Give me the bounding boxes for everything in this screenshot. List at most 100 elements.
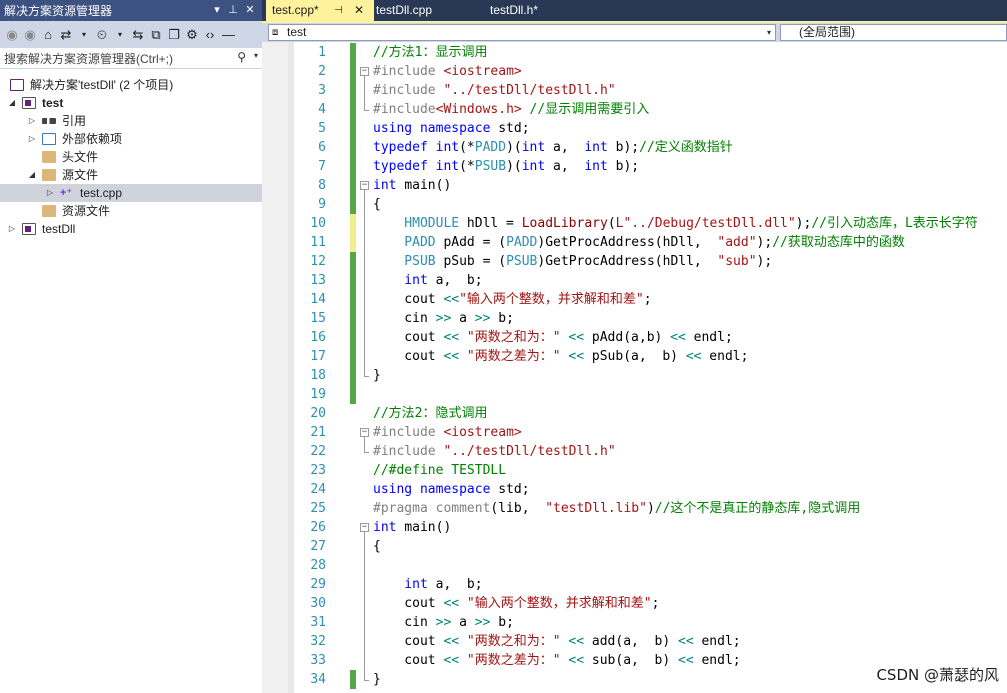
code-token: PADD — [373, 235, 444, 250]
code-token: (* — [459, 159, 475, 174]
code-line[interactable]: #include<Windows.h> //显示调用需要引入 — [373, 100, 649, 119]
code-line[interactable]: typedef int(*PSUB)(int a, int b); — [373, 157, 639, 176]
collapse-icon[interactable]: − — [360, 181, 369, 190]
code-line[interactable]: cout << "两数之差为：" << sub(a, b) << endl; — [373, 651, 740, 670]
close-icon[interactable]: ✕ — [354, 0, 364, 21]
code-line[interactable]: cin >> a >> b; — [373, 309, 514, 328]
pin-icon[interactable]: ⊣ — [334, 0, 343, 21]
line-number: 31 — [310, 615, 326, 630]
code-token: //这个不是真正的静态库,隐式调用 — [654, 501, 861, 516]
collapse-all-icon[interactable]: ⧉ — [150, 27, 162, 43]
code-line[interactable]: } — [373, 366, 381, 385]
project-scope-dropdown[interactable]: ⧈ test ▾ — [268, 24, 776, 41]
collapse-icon[interactable]: − — [360, 67, 369, 76]
code-token: b); — [607, 140, 640, 155]
search-input[interactable]: 搜索解决方案资源管理器(Ctrl+;) — [4, 50, 173, 67]
code-token: "testDll.lib" — [545, 501, 647, 516]
code-token: endl; — [701, 349, 749, 364]
code-token: << — [568, 653, 585, 668]
chevron-down-icon[interactable]: ▾ — [767, 25, 771, 40]
code-token: << — [443, 653, 460, 668]
code-line[interactable]: cin >> a >> b; — [373, 613, 514, 632]
code-line[interactable]: PADD pAdd = (PADD)GetProcAddress(hDll, "… — [373, 233, 905, 252]
code-line[interactable]: { — [373, 537, 381, 556]
code-line[interactable]: using namespace std; — [373, 480, 530, 499]
expanded-arrow-icon[interactable]: ◢ — [6, 94, 18, 112]
tab-testdll-cpp[interactable]: testDll.cpp — [370, 0, 480, 21]
copy-icon[interactable]: ❐ — [168, 27, 180, 43]
code-line[interactable]: #include "../testDll/testDll.h" — [373, 81, 616, 100]
code-line[interactable]: } — [373, 670, 381, 689]
tree-item-external-deps[interactable]: ▷ 外部依赖项 — [26, 130, 122, 148]
code-line[interactable]: #include "../testDll/testDll.h" — [373, 442, 616, 461]
collapsed-arrow-icon[interactable]: ▷ — [44, 184, 56, 202]
history-icon[interactable]: ⏲ — [96, 27, 108, 43]
code-token: pSub = ( — [443, 254, 507, 269]
code-token: << — [443, 596, 460, 611]
expanded-arrow-icon[interactable]: ◢ — [26, 166, 38, 184]
code-line[interactable]: //方法1：显示调用 — [373, 43, 487, 62]
global-scope-dropdown[interactable]: (全局范围) — [780, 24, 1007, 41]
close-icon[interactable]: ✕ — [243, 3, 257, 17]
chevron-down-icon[interactable]: ▾ — [114, 30, 126, 39]
code-line[interactable]: #include <iostream> — [373, 62, 522, 81]
code-line[interactable]: using namespace std; — [373, 119, 530, 138]
tree-item-headers[interactable]: 头文件 — [42, 148, 98, 166]
code-line[interactable]: int main() — [373, 176, 451, 195]
chevron-down-icon[interactable]: ▾ — [78, 30, 90, 39]
code-token: << — [678, 634, 694, 649]
pin-icon[interactable]: ⊥ — [226, 3, 240, 17]
overflow-icon[interactable]: — — [222, 27, 235, 42]
collapsed-arrow-icon[interactable]: ▷ — [26, 130, 38, 148]
code-line[interactable]: int a, b; — [373, 575, 482, 594]
scope-right-label: (全局范围) — [799, 25, 855, 39]
code-line[interactable]: typedef int(*PADD)(int a, int b);//定义函数指… — [373, 138, 733, 157]
code-line[interactable]: cout <<"输入两个整数，并求解和和差"; — [373, 290, 651, 309]
tree-item-resources[interactable]: 资源文件 — [42, 202, 110, 220]
dropdown-icon[interactable]: ▾ — [210, 3, 224, 17]
sync-icon[interactable]: ⇄ — [60, 27, 72, 43]
code-token: b; — [490, 311, 514, 326]
solution-explorer-search[interactable]: 搜索解决方案资源管理器(Ctrl+;) ⚲ ▾ — [0, 48, 262, 69]
refresh-icon[interactable]: ⇆ — [132, 27, 144, 43]
tree-item-sources[interactable]: ◢ 源文件 — [26, 166, 98, 184]
collapse-icon[interactable]: − — [360, 428, 369, 437]
code-line[interactable]: cout << "两数之和为：" << add(a, b) << endl; — [373, 632, 740, 651]
collapsed-arrow-icon[interactable]: ▷ — [6, 220, 18, 238]
code-editor[interactable]: 1//方法1：显示调用 2− #include <iostream> 3 #includ… — [262, 42, 1007, 693]
home-icon[interactable]: ⌂ — [42, 27, 54, 42]
code-line[interactable]: cout << "两数之差为：" << pSub(a, b) << endl; — [373, 347, 748, 366]
code-line[interactable]: PSUB pSub = (PSUB)GetProcAddress(hDll, "… — [373, 252, 772, 271]
properties-icon[interactable]: ⚙ — [186, 27, 198, 43]
tab-label: testDll.h* — [490, 3, 539, 17]
code-line[interactable]: #pragma comment(lib, "testDll.lib")//这个不… — [373, 499, 860, 518]
code-token: #include — [373, 64, 444, 79]
code-line[interactable]: cout << "输入两个整数，并求解和和差"; — [373, 594, 659, 613]
tree-item-project-test[interactable]: ◢ test — [6, 94, 63, 112]
collapse-icon[interactable]: − — [360, 523, 369, 532]
code-line[interactable]: #include <iostream> — [373, 423, 522, 442]
tree-item-references[interactable]: ▷ 引用 — [26, 112, 86, 130]
search-icon[interactable]: ⚲ — [237, 50, 246, 64]
tree-item-solution[interactable]: 解决方案'testDll' (2 个项目) — [10, 76, 173, 94]
tab-test-cpp[interactable]: test.cpp* ⊣ ✕ — [266, 0, 374, 21]
code-line[interactable]: //#define TESTDLL — [373, 461, 506, 480]
code-view-icon[interactable]: ‹› — [204, 27, 216, 42]
back-icon[interactable]: ◉ — [6, 27, 18, 43]
tree-item-project-testdll[interactable]: ▷ testDll — [6, 220, 75, 238]
code-line[interactable]: cout << "两数之和为：" << pAdd(a,b) << endl; — [373, 328, 733, 347]
code-line[interactable]: HMODULE hDll = LoadLibrary(L"../Debug/te… — [373, 214, 978, 233]
code-line[interactable]: int a, b; — [373, 271, 482, 290]
code-line[interactable]: int main() — [373, 518, 451, 537]
tab-testdll-h[interactable]: testDll.h* — [484, 0, 594, 21]
forward-icon[interactable]: ◉ — [24, 27, 36, 43]
collapsed-arrow-icon[interactable]: ▷ — [26, 112, 38, 130]
code-token: cout — [373, 292, 444, 307]
code-line[interactable]: //方法2：隐式调用 — [373, 404, 487, 423]
code-line[interactable]: { — [373, 195, 381, 214]
code-token: )( — [506, 140, 522, 155]
chevron-down-icon[interactable]: ▾ — [254, 51, 258, 60]
line-number: 23 — [310, 463, 326, 478]
change-indicator — [350, 309, 356, 328]
tree-item-test-cpp[interactable]: ▷ +⁺ test.cpp — [0, 184, 262, 202]
